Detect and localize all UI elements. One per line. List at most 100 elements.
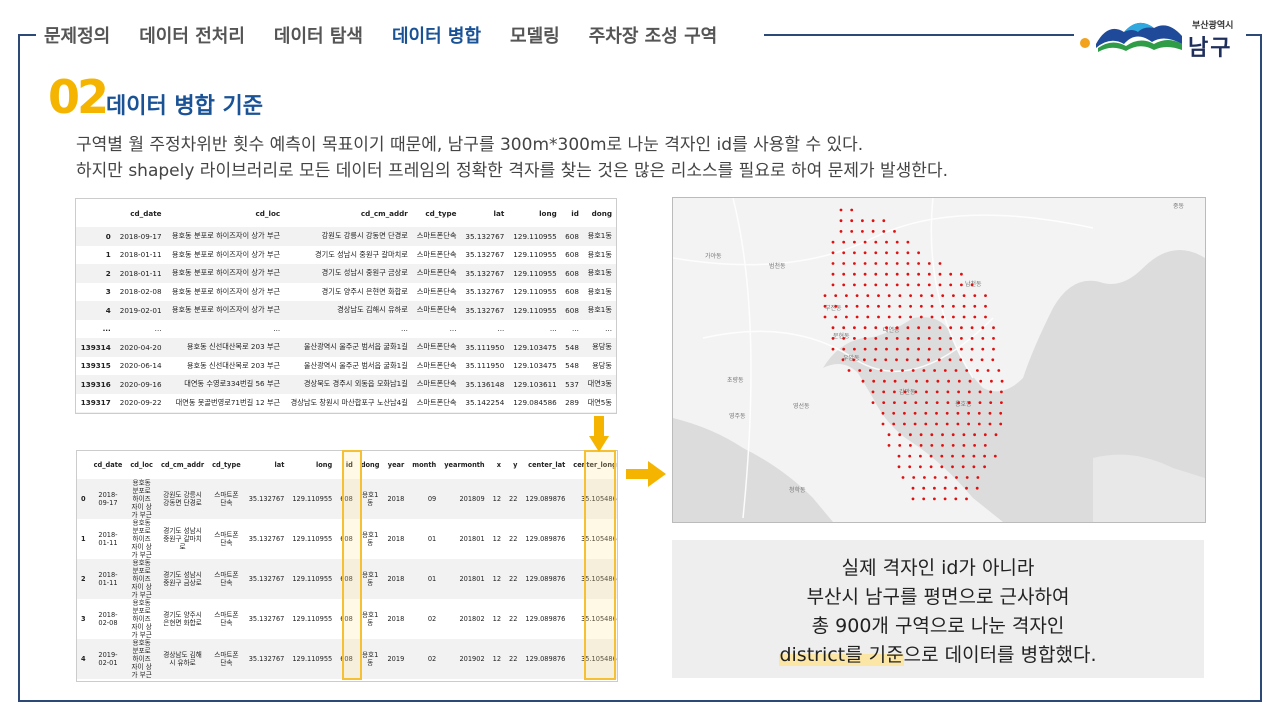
grid-dot (930, 294, 934, 297)
grid-dot (954, 486, 958, 490)
grid-dot (960, 283, 963, 287)
grid-dot (863, 272, 867, 276)
table-cell: 경기도 양주시 은현면 화합로 (163, 611, 202, 627)
grid-dot (954, 369, 958, 372)
grid-dot (949, 347, 953, 351)
grid-dot (967, 401, 971, 404)
grid-dot (992, 347, 995, 351)
grid-dot (906, 240, 910, 244)
table-cell: 02 (427, 615, 437, 623)
grid-dot (1000, 390, 1003, 394)
nav-tab-5[interactable]: 주차장 조성 구역 (589, 22, 717, 48)
grid-dot (863, 283, 867, 287)
grid-dot (853, 251, 856, 255)
map-canvas: 가야동범천동부전동남천동문현동대연동우암동감만동초량동영주동영선동청학동용호동중… (673, 198, 1205, 522)
grid-dot (911, 497, 915, 501)
grid-dot (895, 347, 899, 351)
grid-dot (957, 401, 960, 404)
grid-dot (831, 337, 835, 340)
grid-dot (930, 315, 934, 319)
table-row: 139317 2020-09-22 대연동 못골번영로71번길 12 부근 경상남도 … (76, 394, 616, 413)
nav-tab-1[interactable]: 데이터 전처리 (139, 22, 245, 48)
grid-dot (960, 272, 963, 276)
table-cell: 용호1동 (582, 301, 616, 320)
district-column-highlight (584, 450, 616, 680)
grid-dot (823, 294, 827, 297)
table-cell: 2018 (383, 559, 409, 599)
grid-dot (831, 262, 835, 265)
namgu-logo-icon (1096, 22, 1182, 52)
grid-dot (962, 294, 966, 297)
grid-dot (945, 411, 949, 415)
table-cell: 35.132767 (244, 479, 289, 519)
section-title: 데이터 병합 기준 (106, 94, 263, 119)
table-cell: 2018-01-11 (119, 250, 162, 260)
column-header: yearmonth (444, 461, 485, 469)
grid-dot (943, 369, 947, 372)
table-cell: 201809 (440, 479, 489, 519)
grid-dot (906, 337, 910, 340)
table-cell: 548 (560, 338, 583, 357)
table-cell: ... (497, 324, 505, 334)
table-cell: 스마트폰단속 (208, 639, 245, 679)
grid-dot (855, 315, 859, 319)
grid-dot (935, 411, 938, 415)
table-cell: 강원도 강릉시 강동면 단경로 (156, 479, 209, 519)
grid-dot (874, 326, 878, 330)
grid-dot (962, 444, 966, 447)
dataframe-table-original: cd_date cd_loc cd_cm_addr cd_type lat long id d… (75, 198, 617, 414)
grid-dot (874, 251, 878, 255)
grid-dot (909, 294, 912, 297)
grid-dot (850, 219, 854, 223)
grid-dot (839, 208, 843, 212)
table-cell: 2018-01-11 (89, 559, 127, 599)
table-cell: 35.136148 (460, 375, 509, 394)
table-cell: 대연동 못골번영로71번길 12 부근 (165, 412, 285, 413)
table-cell: 1 (81, 535, 86, 543)
table-row: 1393182020-09-22대연동 못골번영로71번길 12 부근경상남도 … (76, 412, 616, 413)
grid-dot (906, 272, 910, 276)
grid-dot (901, 476, 905, 479)
nav-tab-2[interactable]: 데이터 탐색 (274, 22, 363, 48)
grid-dot (989, 401, 993, 404)
logo-district: 남구 (1188, 36, 1233, 61)
table-cell: 2 (77, 559, 90, 599)
table-cell: 경상북도 경주시 외동읍 모화남1길 (284, 375, 412, 394)
grid-dot (936, 379, 940, 383)
grid-dot (895, 283, 899, 287)
table-cell: 스마트폰단속 (411, 227, 461, 246)
grid-dot (906, 262, 910, 265)
grid-dot (853, 272, 856, 276)
table-row: 139316 2020-09-16 대연동 수영로334번길 56 부근 경상북도 경… (76, 375, 616, 394)
id-column-highlight (342, 450, 362, 680)
grid-dot (967, 411, 970, 415)
nav-tab-3[interactable]: 데이터 병합 (392, 22, 481, 48)
nav-tab-0[interactable]: 문제정의 (44, 22, 110, 48)
grid-dot (911, 369, 915, 372)
grid-dot (847, 369, 851, 372)
column-header: cd_date (93, 461, 123, 469)
grid-dot (909, 304, 912, 308)
table-cell: 22 (505, 559, 522, 599)
table-cell: 경기도 성남시 중원구 갈마치로 (315, 249, 408, 259)
table-cell: 2019 (383, 639, 409, 679)
table-cell: 22 (505, 639, 522, 679)
table-cell: 289 (560, 412, 583, 413)
grid-dot (887, 304, 891, 308)
grid-dot (871, 390, 875, 394)
caption-text: 실제 격자인 id가 아니라 부산시 남구를 평면으로 근사하여 총 900개 … (672, 554, 1204, 670)
column-header: year (387, 461, 405, 469)
grid-dot (933, 486, 936, 490)
grid-dot (993, 454, 997, 458)
district-grid-map: 가야동범천동부전동남천동문현동대연동우암동감만동초량동영주동영선동청학동용호동중… (672, 197, 1206, 523)
grid-dot (952, 304, 955, 308)
grid-dot (874, 337, 878, 340)
column-header: cd_type (425, 208, 457, 218)
grid-dot (893, 379, 897, 383)
nav-tab-4[interactable]: 모델링 (510, 22, 560, 48)
table-cell: 608 (565, 287, 579, 297)
table-cell: 139316 (76, 375, 115, 394)
grid-dot (973, 444, 976, 447)
grid-dot (962, 304, 966, 308)
grid-dot (943, 486, 947, 490)
